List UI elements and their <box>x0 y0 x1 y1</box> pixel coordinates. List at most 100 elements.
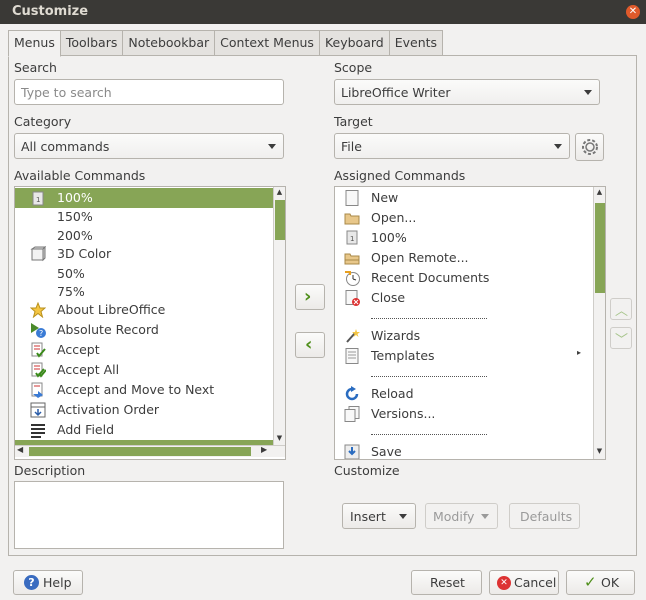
scroll-thumb[interactable] <box>275 200 285 240</box>
list-item[interactable]: Accept All <box>15 360 285 380</box>
close-document-icon <box>344 290 360 306</box>
scroll-down-icon[interactable]: ▼ <box>274 433 285 444</box>
list-item[interactable]: Reload <box>335 384 605 404</box>
close-icon[interactable]: ✕ <box>626 5 640 19</box>
list-item[interactable]: 3D Color <box>15 244 285 264</box>
reset-button[interactable]: Reset <box>411 570 482 595</box>
scroll-up-icon[interactable]: ▲ <box>594 187 605 198</box>
scope-select[interactable]: LibreOffice Writer <box>334 79 600 105</box>
svg-text:1: 1 <box>350 235 354 243</box>
category-value: All commands <box>21 139 110 154</box>
list-item[interactable]: Activation Order <box>15 400 285 420</box>
tab-keyboard[interactable]: Keyboard <box>318 30 390 56</box>
search-input[interactable]: Type to search <box>14 79 284 105</box>
list-item[interactable]: ? Absolute Record <box>15 320 285 340</box>
ok-button[interactable]: ✓ OK <box>566 570 635 595</box>
list-item-label: Open... <box>371 210 417 225</box>
list-item[interactable]: 150% <box>15 207 285 227</box>
separator-item[interactable] <box>335 424 605 444</box>
scroll-up-icon[interactable]: ▲ <box>274 187 285 198</box>
move-up-button[interactable]: ︿ <box>610 298 632 320</box>
target-select[interactable]: File <box>334 133 570 159</box>
insert-label: Insert <box>350 509 386 524</box>
list-item[interactable]: New <box>335 188 605 208</box>
separator-item[interactable] <box>335 366 605 386</box>
available-commands-list[interactable]: 1 100% 150% 200% 3D Color 50% 75% About … <box>14 186 286 460</box>
versions-icon <box>344 406 360 422</box>
tab-toolbars[interactable]: Toolbars <box>59 30 124 56</box>
move-down-button[interactable]: ﹀ <box>610 327 632 349</box>
wand-icon <box>344 328 360 344</box>
scroll-down-icon[interactable]: ▼ <box>594 446 605 457</box>
list-item[interactable]: Close <box>335 288 605 308</box>
remote-folder-icon <box>344 250 360 266</box>
list-item[interactable]: 1 100% <box>15 188 285 208</box>
list-item[interactable]: 1 100% <box>335 228 605 248</box>
help-label: Help <box>43 575 72 590</box>
separator-item[interactable] <box>335 308 605 328</box>
tab-events[interactable]: Events <box>388 30 444 56</box>
list-item[interactable]: Open Remote... <box>335 248 605 268</box>
add-command-button[interactable]: › <box>295 284 325 310</box>
list-item[interactable]: Wizards <box>335 326 605 346</box>
list-item[interactable]: Versions... <box>335 404 605 424</box>
defaults-button[interactable]: Defaults <box>509 503 580 529</box>
chevron-right-icon: › <box>304 286 312 307</box>
available-vertical-scrollbar[interactable]: ▲ ▼ <box>273 187 285 445</box>
category-select[interactable]: All commands <box>14 133 284 159</box>
list-item[interactable]: Accept <box>15 340 285 360</box>
chevron-down-icon: ﹀ <box>615 333 629 348</box>
remove-command-button[interactable]: ‹ <box>295 332 325 358</box>
assigned-commands-label: Assigned Commands <box>334 168 466 183</box>
assigned-commands-list[interactable]: New Open... 1 100% Open Remote... Recent… <box>334 186 606 460</box>
insert-button[interactable]: Insert <box>342 503 416 529</box>
horizontal-scroll-thumb[interactable] <box>29 447 251 456</box>
help-button[interactable]: ? Help <box>13 570 83 595</box>
chevron-left-icon: ‹ <box>305 334 313 355</box>
clock-icon <box>344 270 360 286</box>
scope-label: Scope <box>334 60 373 75</box>
list-item-label: Close <box>371 290 406 305</box>
list-item[interactable]: 75% <box>15 282 285 302</box>
list-item-label: 150% <box>57 209 93 224</box>
available-horizontal-scrollbar[interactable]: ◀ ▶ <box>15 445 285 457</box>
list-item-label: Absolute Record <box>57 322 159 337</box>
list-item[interactable]: 50% <box>15 264 285 284</box>
new-document-icon <box>344 190 360 206</box>
tab-menus[interactable]: Menus <box>8 30 61 57</box>
list-item[interactable]: Open... <box>335 208 605 228</box>
list-item-label: About LibreOffice <box>57 302 166 317</box>
tab-strip: Menus Toolbars Notebookbar Context Menus… <box>8 30 444 57</box>
assigned-vertical-scrollbar[interactable]: ▲ ▼ <box>593 187 605 459</box>
scroll-left-icon[interactable]: ◀ <box>17 445 23 454</box>
list-item[interactable]: Accept and Move to Next <box>15 380 285 400</box>
list-item[interactable]: Recent Documents <box>335 268 605 288</box>
list-item[interactable]: Add Field <box>15 420 285 440</box>
accept-icon <box>30 342 46 358</box>
description-label: Description <box>14 463 86 478</box>
target-options-button[interactable] <box>575 133 604 161</box>
tab-notebookbar[interactable]: Notebookbar <box>122 30 216 56</box>
svg-text:?: ? <box>39 329 43 338</box>
target-value: File <box>341 139 362 154</box>
list-item[interactable]: Templates ▸ <box>335 346 605 366</box>
window-title: Customize <box>12 4 89 19</box>
scroll-thumb[interactable] <box>595 203 605 293</box>
folder-icon <box>344 210 360 226</box>
target-label: Target <box>334 114 373 129</box>
chevron-down-icon <box>399 514 407 519</box>
activation-order-icon <box>30 402 46 418</box>
title-bar: Customize ✕ <box>0 0 646 24</box>
tab-context-menus[interactable]: Context Menus <box>214 30 320 56</box>
3d-color-icon <box>30 245 47 262</box>
list-item-label: Recent Documents <box>371 270 490 285</box>
scroll-right-icon[interactable]: ▶ <box>261 445 267 454</box>
reset-label: Reset <box>430 575 465 590</box>
list-item[interactable]: Save <box>335 442 605 459</box>
list-item[interactable]: About LibreOffice <box>15 300 285 320</box>
list-item-label: 50% <box>57 266 85 281</box>
modify-button[interactable]: Modify <box>425 503 498 529</box>
cancel-button[interactable]: ✕ Cancel <box>489 570 559 595</box>
list-item[interactable]: 200% <box>15 226 285 246</box>
customize-label: Customize <box>334 463 400 478</box>
